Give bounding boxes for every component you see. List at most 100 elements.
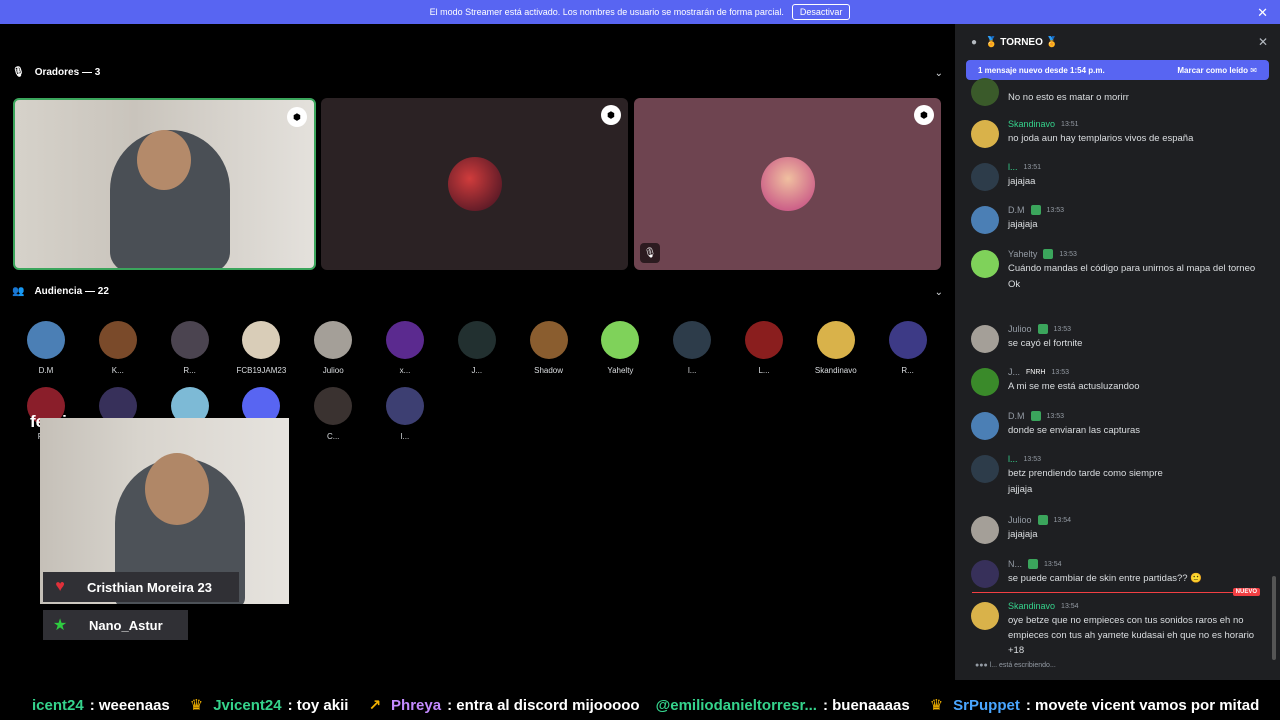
audience-icon: 👥 — [12, 286, 25, 297]
close-icon[interactable]: ✕ — [1257, 5, 1268, 21]
chat-message[interactable]: D.M 13:53 jajajaja — [971, 204, 1261, 234]
clan-tag: FNRH — [1026, 368, 1046, 376]
avatar[interactable] — [971, 250, 999, 278]
chat-message[interactable]: J... FNRH 13:53 A mi se me está actusluzand… — [971, 366, 1261, 396]
chat-message[interactable]: N... 13:54 se puede cambiar de skin entre … — [971, 558, 1261, 588]
audience-member[interactable]: Julioo — [305, 321, 361, 375]
message-author[interactable]: l... — [1008, 454, 1018, 464]
avatar[interactable] — [971, 455, 999, 483]
chevron-down-icon[interactable]: ⌄ — [935, 68, 943, 79]
message-author[interactable]: Julioo — [1008, 324, 1032, 334]
message-author[interactable]: D.M — [1008, 205, 1025, 215]
mark-read-button[interactable]: Marcar como leído ✉ — [1177, 66, 1257, 75]
message-author[interactable]: J... — [1008, 367, 1020, 377]
avatar[interactable] — [971, 602, 999, 630]
chat-panel: ● 🏅 TORNEO 🏅 ✕ 1 mensaje nuevo desde 1:5… — [955, 24, 1280, 680]
message-author[interactable]: Yahelty — [1008, 249, 1037, 259]
audience-member[interactable]: x... — [377, 321, 433, 375]
alert-badge-sub: ★ Nano_Astur — [43, 610, 188, 640]
chat-message[interactable]: l... 13:51 jajajaa — [971, 161, 1261, 191]
audience-member[interactable]: K... — [90, 321, 146, 375]
message-author[interactable]: D.M — [1008, 411, 1025, 421]
audience-name: J... — [471, 366, 483, 375]
speaker-face — [137, 130, 191, 190]
audience-header[interactable]: 👥 Audiencia — 22 — [12, 286, 109, 297]
chat-message[interactable]: Julioo 13:54 jajajaja — [971, 514, 1261, 544]
audience-member[interactable]: l... — [377, 387, 433, 441]
role-shield-icon — [1028, 559, 1039, 569]
avatar[interactable] — [971, 325, 999, 353]
avatar[interactable] — [971, 560, 999, 588]
audience-name: R... — [183, 366, 196, 375]
speaker-tile-2[interactable]: ⬢ — [321, 98, 628, 270]
muted-microphone-icon: 🎙 — [640, 243, 660, 263]
audience-member[interactable]: Skandinavo — [808, 321, 864, 375]
message-time: 13:53 — [1046, 412, 1065, 420]
role-shield-icon — [1037, 324, 1048, 334]
new-tag: NUEVO — [1232, 588, 1260, 596]
channel-title: 🏅 TORNEO 🏅 — [985, 36, 1059, 48]
message-author[interactable]: Skandinavo — [1008, 601, 1055, 611]
audience-member[interactable]: L... — [736, 321, 792, 375]
audience-title: Audiencia — 22 — [34, 286, 109, 297]
avatar[interactable] — [971, 206, 999, 234]
avatar — [314, 387, 353, 425]
chat-message[interactable]: Julioo 13:53 se cayó el fortnite — [971, 323, 1261, 353]
scrollbar[interactable] — [1272, 576, 1276, 660]
message-author[interactable]: Skandinavo — [1008, 119, 1055, 129]
message-author[interactable]: l... — [1008, 162, 1018, 172]
message-text: No no esto es matar o morirr — [1008, 92, 1129, 103]
speaker-tile-3[interactable]: ⬢ 🎙 — [634, 98, 941, 270]
audience-member[interactable]: Shadow — [521, 321, 577, 375]
message-time: 13:53 — [1046, 206, 1065, 214]
audience-member[interactable]: Yahelty — [592, 321, 648, 375]
ticker-text: : weeenaas — [89, 696, 170, 714]
speaker-tile-camera[interactable]: ⬢ — [13, 98, 316, 270]
chat-message[interactable]: D.M 13:53 donde se enviaran las capturas — [971, 410, 1261, 440]
message-author[interactable]: N... — [1008, 559, 1022, 569]
speakers-header[interactable]: 🎙 Oradores — 3 — [12, 67, 100, 78]
close-icon[interactable]: ✕ — [1258, 35, 1268, 49]
banner-text: El modo Streamer está activado. Los nomb… — [429, 7, 784, 17]
message-author[interactable]: Julioo — [1008, 515, 1032, 525]
audience-name: L... — [758, 366, 770, 375]
moderator-shield-icon: ⬢ — [601, 105, 621, 125]
avatar[interactable] — [971, 163, 999, 191]
chat-message[interactable]: Skandinavo 13:54 oye betze que no empieces… — [971, 600, 1261, 658]
audience-name: D.M — [38, 366, 54, 375]
message-time: 13:54 — [1061, 602, 1079, 610]
avatar — [673, 321, 712, 359]
ticker-text: : entra al discord mijooooo — [447, 696, 640, 714]
audience-member[interactable]: R... — [880, 321, 936, 375]
chat-message[interactable]: Yahelty 13:53 Cuándo mandas el código para… — [971, 248, 1261, 290]
avatar[interactable] — [971, 78, 999, 106]
audience-member[interactable]: R... — [162, 321, 218, 375]
chevron-down-icon[interactable]: ⌄ — [935, 287, 943, 298]
chat-message[interactable]: Skandinavo 13:51 no joda aun hay templario… — [971, 118, 1261, 148]
audience-member[interactable]: D.M — [18, 321, 74, 375]
audience-member[interactable]: FCB19JAM23 — [233, 321, 289, 375]
ticker-user: @emiliodanieltorresr... — [655, 696, 817, 714]
message-time: 13:53 — [1023, 455, 1042, 463]
avatar — [745, 321, 783, 359]
thread-icon: ● — [971, 36, 978, 48]
deactivate-button[interactable]: Desactivar — [791, 4, 851, 20]
ticker-text: : toy akii — [287, 696, 349, 714]
message-time: 13:53 — [1051, 368, 1069, 376]
avatar[interactable] — [971, 412, 999, 440]
avatar — [386, 321, 424, 359]
message-text: betz prendiendo tarde como siempre — [1008, 468, 1163, 479]
audience-member[interactable]: J... — [449, 321, 505, 375]
avatar[interactable] — [971, 120, 999, 148]
avatar — [98, 321, 137, 359]
avatar[interactable] — [971, 516, 999, 544]
audience-member[interactable]: l... — [664, 321, 720, 375]
message-time: 13:51 — [1023, 163, 1042, 171]
message-text: jajajaja — [1008, 219, 1038, 230]
chat-message[interactable]: l... 13:53 betz prendiendo tarde como siem… — [971, 453, 1261, 495]
moderator-shield-icon: ⬢ — [914, 105, 934, 125]
avatar[interactable] — [971, 368, 999, 396]
audience-member[interactable]: C... — [305, 387, 361, 441]
badge-name: Cristhian Moreira 23 — [87, 579, 212, 595]
chat-message[interactable]: No no esto es matar o morirr — [971, 76, 1261, 106]
